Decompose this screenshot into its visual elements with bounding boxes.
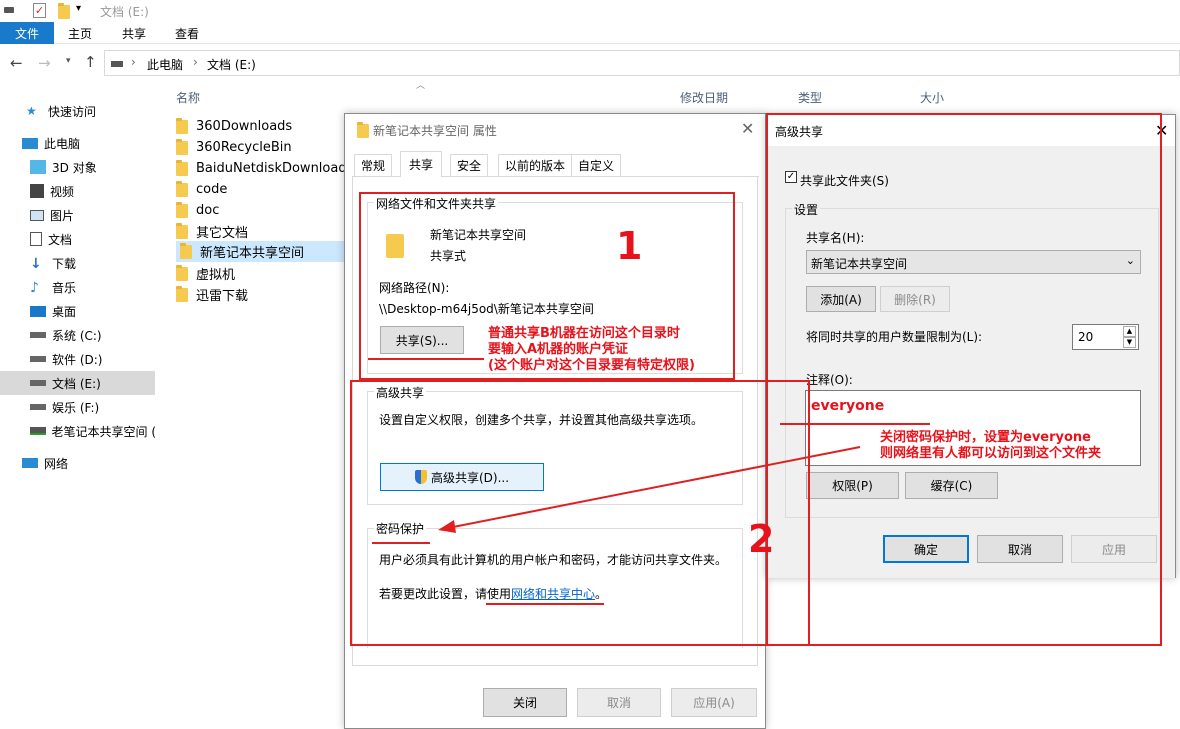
tab-file[interactable]: 文件 <box>0 22 54 44</box>
address-box[interactable]: › 此电脑 › 文档 (E:) <box>104 50 1180 76</box>
tab-view[interactable]: 查看 <box>175 25 199 42</box>
ribbon: 文件 主页 共享 查看 <box>0 22 1180 44</box>
folder-icon <box>176 285 188 302</box>
network-icon <box>22 458 38 468</box>
list-item[interactable]: 360RecycleBin <box>176 137 292 158</box>
breadcrumb-this-pc[interactable]: 此电脑 <box>147 56 183 73</box>
tab-share[interactable]: 共享 <box>122 25 146 42</box>
cube-icon <box>30 160 46 174</box>
up-icon[interactable]: ↑ <box>84 53 97 71</box>
video-icon <box>30 184 44 198</box>
list-item[interactable]: 新笔记本共享空间 <box>176 241 344 262</box>
drive-icon <box>30 332 46 338</box>
folder-icon <box>357 122 369 138</box>
back-icon[interactable]: ← <box>10 54 23 72</box>
list-item[interactable]: 360Downloads <box>176 116 292 137</box>
desktop-icon <box>30 305 46 317</box>
sidebar-item-network-drive[interactable]: 老笔记本共享空间 ( <box>0 419 156 443</box>
sort-indicator-icon: ︿ <box>416 81 426 91</box>
column-header-type[interactable]: 类型 <box>798 89 822 106</box>
folder-icon <box>176 159 188 176</box>
drive-icon <box>111 61 123 67</box>
picture-icon <box>30 209 44 221</box>
breadcrumb-separator-icon: › <box>193 55 198 69</box>
folder-icon <box>180 242 192 259</box>
annotation-note-2: 关闭密码保护时，设置为everyone 则网络里有人都可以访问到这个文件夹 <box>880 430 1102 461</box>
drive-icon <box>30 404 46 410</box>
sidebar: ★ 快速访问 此电脑 3D 对象 视频 图片 文档 ↓ 下载 ♪ 音乐 桌面 系统 (… <box>0 80 158 729</box>
tab-customize[interactable]: 自定义 <box>571 154 622 176</box>
column-header-row: ︿ 名称 修改日期 类型 大小 <box>158 81 1180 108</box>
apply-button[interactable]: 应用(A) <box>671 688 757 717</box>
document-icon <box>30 232 42 246</box>
annotation-box-advanced <box>766 113 1162 646</box>
list-item[interactable]: 迅雷下载 <box>176 284 248 305</box>
column-header-size[interactable]: 大小 <box>920 89 944 106</box>
breadcrumb-drive-e[interactable]: 文档 (E:) <box>207 56 256 73</box>
tab-previous-versions[interactable]: 以前的版本 <box>498 154 573 176</box>
title-bar: ✓ ▾ 文档 (E:) <box>0 0 1180 22</box>
customize-quick-access-icon[interactable]: ▾ <box>76 3 81 14</box>
annotation-note-1: 普通共享B机器在访问这个目录时 要输入A机器的账户凭证 (这个账户对这个目录要有… <box>488 326 695 373</box>
close-button[interactable]: 关闭 <box>483 688 567 717</box>
recent-locations-icon[interactable]: ▾ <box>66 56 71 66</box>
column-header-modified[interactable]: 修改日期 <box>680 89 728 106</box>
drive-icon <box>30 380 46 386</box>
drive-icon <box>30 356 46 362</box>
folder-icon <box>176 222 188 239</box>
forward-icon[interactable]: → <box>38 54 51 72</box>
computer-icon <box>22 137 38 149</box>
breadcrumb-separator-icon: › <box>131 55 136 69</box>
sidebar-item-drive-d[interactable]: 软件 (D:) <box>0 347 156 371</box>
tab-sharing[interactable]: 共享 <box>400 151 443 177</box>
sidebar-item-drive-c[interactable]: 系统 (C:) <box>0 323 156 347</box>
new-folder-icon[interactable] <box>58 3 70 19</box>
annotation-number-1: 1 <box>616 224 643 268</box>
folder-icon <box>176 201 188 218</box>
list-item[interactable]: 虚拟机 <box>176 263 235 284</box>
tab-general[interactable]: 常规 <box>354 154 393 176</box>
sidebar-item-desktop[interactable]: 桌面 <box>0 299 156 323</box>
window-title: 文档 (E:) <box>100 5 149 19</box>
sidebar-item-downloads[interactable]: ↓ 下载 <box>0 251 156 275</box>
music-icon: ♪ <box>30 280 39 296</box>
tab-home[interactable]: 主页 <box>68 25 92 42</box>
sidebar-item-pictures[interactable]: 图片 <box>0 203 156 227</box>
sidebar-item-network[interactable]: 网络 <box>0 451 156 475</box>
network-drive-icon <box>30 427 46 435</box>
cancel-button[interactable]: 取消 <box>577 688 661 717</box>
sidebar-item-music[interactable]: ♪ 音乐 <box>0 275 156 299</box>
list-item[interactable]: code <box>176 179 227 200</box>
list-item[interactable]: 其它文档 <box>176 221 248 242</box>
sidebar-item-3d-objects[interactable]: 3D 对象 <box>0 155 156 179</box>
list-item[interactable]: BaiduNetdiskDownload <box>176 158 347 179</box>
folder-icon <box>176 117 188 134</box>
tab-security[interactable]: 安全 <box>450 154 489 176</box>
sidebar-item-drive-f[interactable]: 娱乐 (F:) <box>0 395 156 419</box>
sidebar-item-drive-e[interactable]: 文档 (E:) <box>0 371 155 395</box>
sidebar-item-this-pc[interactable]: 此电脑 <box>0 131 156 155</box>
column-header-name[interactable]: 名称 <box>176 89 200 106</box>
annotation-number-2: 2 <box>748 517 775 561</box>
sidebar-item-documents[interactable]: 文档 <box>0 227 156 251</box>
annotation-box-2 <box>350 380 810 646</box>
download-icon: ↓ <box>30 256 42 272</box>
properties-icon[interactable]: ✓ <box>33 3 46 18</box>
star-icon: ★ <box>26 104 37 118</box>
folder-icon <box>176 138 188 155</box>
folder-icon <box>176 264 188 281</box>
sidebar-item-videos[interactable]: 视频 <box>0 179 156 203</box>
sidebar-item-quick-access[interactable]: ★ 快速访问 <box>0 99 156 123</box>
folder-icon <box>176 180 188 197</box>
navigation-bar: ← → ▾ ↑ › 此电脑 › 文档 (E:) <box>0 48 1180 78</box>
drive-icon <box>4 7 14 13</box>
properties-dialog-title: 新笔记本共享空间 属性 <box>373 124 497 138</box>
list-item[interactable]: doc <box>176 200 219 221</box>
close-icon[interactable]: ✕ <box>741 119 754 138</box>
